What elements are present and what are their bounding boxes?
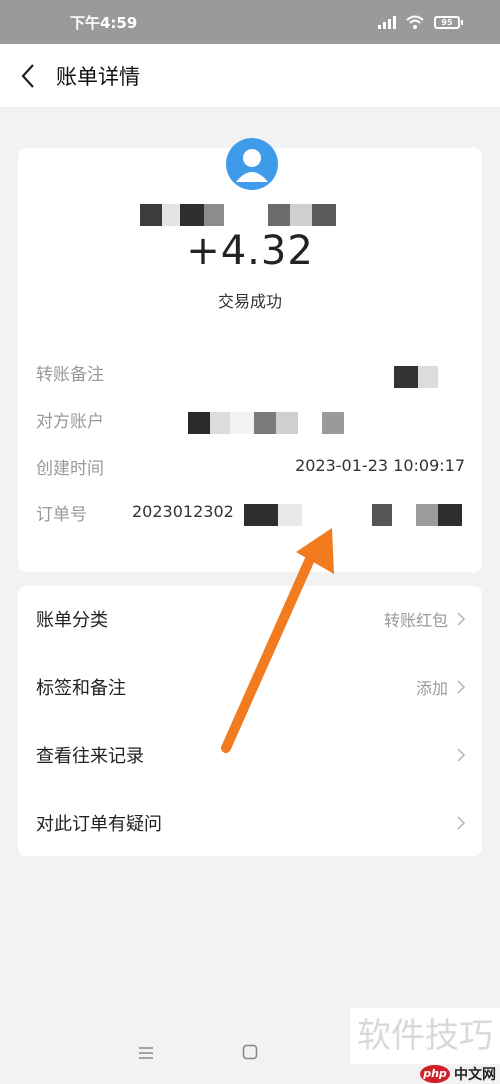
home-icon[interactable] xyxy=(242,1044,258,1060)
watermark-php: php xyxy=(420,1065,450,1083)
watermark-cn: 中文网 xyxy=(454,1067,496,1083)
annotation-arrow xyxy=(221,528,334,753)
watermark-logo: php 中文网 xyxy=(402,1064,500,1084)
menu-icon[interactable] xyxy=(138,1046,154,1060)
watermark-text: 软件技巧 xyxy=(350,1008,500,1064)
